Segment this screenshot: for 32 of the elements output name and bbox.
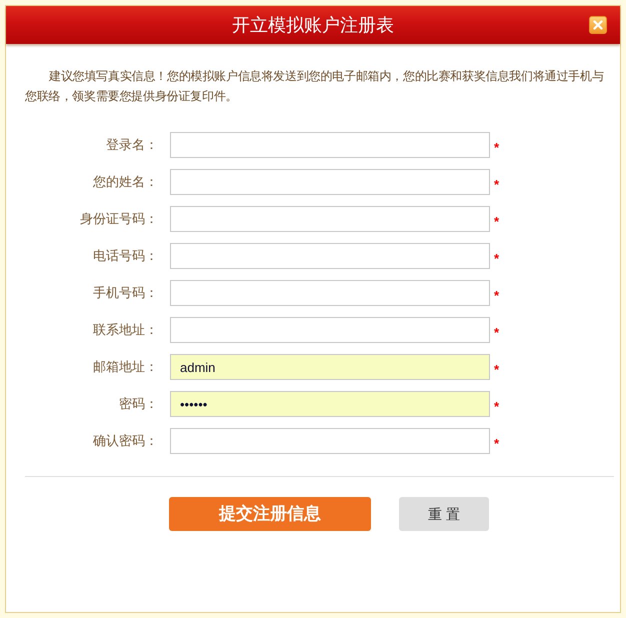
input-field[interactable]	[170, 206, 490, 232]
input-field[interactable]	[170, 317, 490, 343]
input-field[interactable]	[170, 428, 490, 454]
required-mark: *	[494, 324, 500, 338]
field-label: 手机号码：	[93, 284, 158, 302]
field-label: 确认密码：	[93, 432, 158, 450]
close-button[interactable]	[589, 16, 607, 34]
input-field[interactable]	[170, 132, 490, 158]
required-mark: *	[494, 176, 500, 190]
required-mark: *	[494, 286, 500, 302]
required-mark: *	[494, 138, 500, 154]
field-label: 联系地址：	[93, 321, 158, 340]
dialog-title: 开立模拟账户注册表	[232, 14, 394, 37]
reset-button[interactable]: 重 置	[399, 497, 489, 531]
field-label: 身份证号码：	[80, 210, 158, 228]
intro-text: 建议您填写真实信息！您的模拟账户信息将发送到您的电子邮箱内，您的比赛和获奖信息我们将通过手机与您联络，领奖需要您提供身份证复印件。	[24, 68, 605, 105]
field-label: 登录名：	[106, 136, 158, 154]
field-label: 密码：	[119, 395, 158, 414]
input-field[interactable]: ••••••	[170, 391, 490, 417]
required-mark: *	[494, 360, 500, 376]
input-field[interactable]	[170, 243, 490, 269]
required-mark: *	[494, 398, 500, 412]
field-label: 邮箱地址：	[93, 358, 158, 376]
required-mark: *	[494, 212, 500, 228]
required-mark: *	[494, 434, 500, 450]
field-label: 您的姓名：	[93, 173, 158, 192]
close-icon	[593, 20, 603, 30]
field-label: 电话号码：	[93, 247, 158, 266]
input-field[interactable]	[170, 169, 490, 195]
required-mark: *	[494, 250, 500, 264]
input-field[interactable]: admin	[170, 354, 490, 380]
input-field[interactable]	[170, 280, 490, 306]
